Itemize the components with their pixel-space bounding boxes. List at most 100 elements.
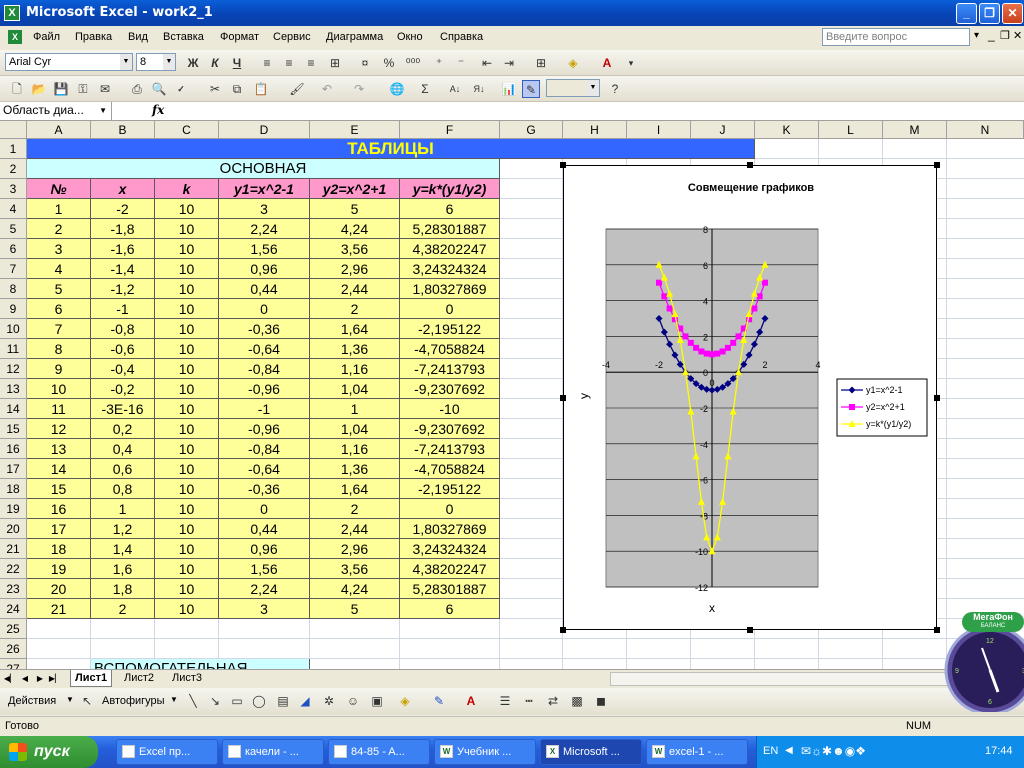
table-cell[interactable]: 1,64: [310, 479, 400, 499]
chart-area[interactable]: Совмещение графиков 8 6 4 2 0 -2 -4 -6 -8 -10 -12 -4…: [563, 165, 937, 630]
row-header[interactable]: 10: [0, 319, 27, 339]
task-84-85[interactable]: 84-85 - A...: [328, 739, 430, 765]
task-textbook[interactable]: W Учебник ...: [434, 739, 536, 765]
chevron-down-icon[interactable]: ▼: [170, 695, 178, 704]
close-button[interactable]: ✕: [1002, 3, 1023, 24]
table-cell[interactable]: -7,2413793: [400, 359, 500, 379]
indent-icon[interactable]: ⇥: [500, 54, 518, 72]
merge-center-icon[interactable]: ⊞: [326, 54, 344, 72]
table-cell[interactable]: 3,56: [310, 559, 400, 579]
table-cell[interactable]: -9,2307692: [400, 419, 500, 439]
chart-resize-handle[interactable]: [560, 627, 566, 633]
align-left-icon[interactable]: ≡: [258, 54, 276, 72]
column-header-l[interactable]: L: [819, 121, 883, 139]
table-cell[interactable]: 10: [155, 499, 219, 519]
table-cell[interactable]: -0,4: [91, 359, 155, 379]
table-cell[interactable]: 19: [27, 559, 91, 579]
table-cell[interactable]: 13: [27, 439, 91, 459]
row-header[interactable]: 13: [0, 379, 27, 399]
toolbar-options-icon[interactable]: ▾: [622, 54, 640, 72]
row-header[interactable]: 8: [0, 279, 27, 299]
diagram-icon[interactable]: ✲: [320, 692, 338, 710]
table-cell[interactable]: 4,24: [310, 219, 400, 239]
table-cell[interactable]: 20: [27, 579, 91, 599]
row-header[interactable]: 5: [0, 219, 27, 239]
table-cell[interactable]: 3,56: [310, 239, 400, 259]
table-cell[interactable]: 1,16: [310, 359, 400, 379]
menu-file[interactable]: Файл: [33, 31, 60, 43]
table-cell[interactable]: 10: [155, 579, 219, 599]
chevron-down-icon[interactable]: ▼: [120, 54, 132, 70]
workbook-icon[interactable]: X: [8, 30, 22, 44]
chart-resize-handle[interactable]: [934, 395, 940, 401]
table-cell[interactable]: 1,36: [310, 459, 400, 479]
table-cell[interactable]: 6: [27, 299, 91, 319]
cut-icon[interactable]: ✂: [206, 80, 224, 98]
table-cell[interactable]: -0,96: [219, 379, 310, 399]
table-cell[interactable]: 5,28301887: [400, 219, 500, 239]
start-button[interactable]: пуск: [0, 736, 98, 768]
table-cell[interactable]: 12: [27, 419, 91, 439]
table-cell[interactable]: 1,64: [310, 319, 400, 339]
chart-resize-handle[interactable]: [560, 395, 566, 401]
table-cell[interactable]: -0,6: [91, 339, 155, 359]
select-objects-icon[interactable]: ↖: [78, 692, 96, 710]
table-cell[interactable]: 10: [155, 319, 219, 339]
italic-button[interactable]: К: [206, 54, 224, 72]
clipart-icon[interactable]: ☺: [344, 692, 362, 710]
table-cell[interactable]: -7,2413793: [400, 439, 500, 459]
fill-color-icon[interactable]: ◈: [396, 692, 414, 710]
table-cell[interactable]: 17: [27, 519, 91, 539]
table-cell[interactable]: 10: [155, 439, 219, 459]
tab-sheet3[interactable]: Лист3: [168, 670, 206, 687]
row-header[interactable]: 18: [0, 479, 27, 499]
next-sheet-icon[interactable]: ▶: [33, 672, 47, 686]
task-excel-1[interactable]: Wexcel-1 - ...: [646, 739, 748, 765]
column-title-cell[interactable]: №: [27, 179, 91, 199]
table-cell[interactable]: 0: [219, 499, 310, 519]
column-header-j[interactable]: J: [691, 121, 755, 139]
column-title-cell[interactable]: k: [155, 179, 219, 199]
table-cell[interactable]: 10: [155, 559, 219, 579]
font-color-icon[interactable]: A: [598, 54, 616, 72]
menu-view[interactable]: Вид: [128, 31, 148, 43]
table-cell[interactable]: -1: [91, 299, 155, 319]
oval-icon[interactable]: ◯: [250, 692, 268, 710]
table-cell[interactable]: 10: [155, 539, 219, 559]
table-cell[interactable]: 2: [310, 499, 400, 519]
zoom-select[interactable]: ▼: [546, 79, 600, 97]
table-cell[interactable]: 2: [310, 299, 400, 319]
table-cell[interactable]: 1,56: [219, 559, 310, 579]
table-cell[interactable]: 4,38202247: [400, 559, 500, 579]
column-header-k[interactable]: K: [755, 121, 819, 139]
task-excel-pr[interactable]: Excel пр...: [116, 739, 218, 765]
table-cell[interactable]: 6: [400, 199, 500, 219]
table-cell[interactable]: 4,38202247: [400, 239, 500, 259]
column-header-e[interactable]: E: [310, 121, 400, 139]
table-cell[interactable]: 1,8: [91, 579, 155, 599]
table-cell[interactable]: -0,84: [219, 439, 310, 459]
column-header-b[interactable]: B: [91, 121, 155, 139]
table-cell[interactable]: -1,4: [91, 259, 155, 279]
column-header-i[interactable]: I: [627, 121, 691, 139]
table-cell[interactable]: 5: [310, 199, 400, 219]
fill-color-icon[interactable]: ◈: [564, 54, 582, 72]
table-cell[interactable]: 10: [155, 359, 219, 379]
table-cell[interactable]: 2: [27, 219, 91, 239]
column-header-f[interactable]: F: [400, 121, 500, 139]
table-cell[interactable]: 10: [155, 279, 219, 299]
tab-sheet1[interactable]: Лист1: [70, 670, 113, 687]
row-header[interactable]: 24: [0, 599, 27, 619]
table-cell[interactable]: 10: [155, 259, 219, 279]
table-cell[interactable]: 0: [219, 299, 310, 319]
table-cell[interactable]: 1,4: [91, 539, 155, 559]
column-title-cell[interactable]: y2=x^2+1: [310, 179, 400, 199]
column-header-h[interactable]: H: [563, 121, 627, 139]
table-cell[interactable]: -0,64: [219, 339, 310, 359]
table-cell[interactable]: -10: [400, 399, 500, 419]
select-all-corner[interactable]: [0, 121, 27, 139]
table-cell[interactable]: 5,28301887: [400, 579, 500, 599]
table-cell[interactable]: -0,36: [219, 319, 310, 339]
table-cell[interactable]: 10: [155, 479, 219, 499]
dash-style-icon[interactable]: ┅: [520, 692, 538, 710]
